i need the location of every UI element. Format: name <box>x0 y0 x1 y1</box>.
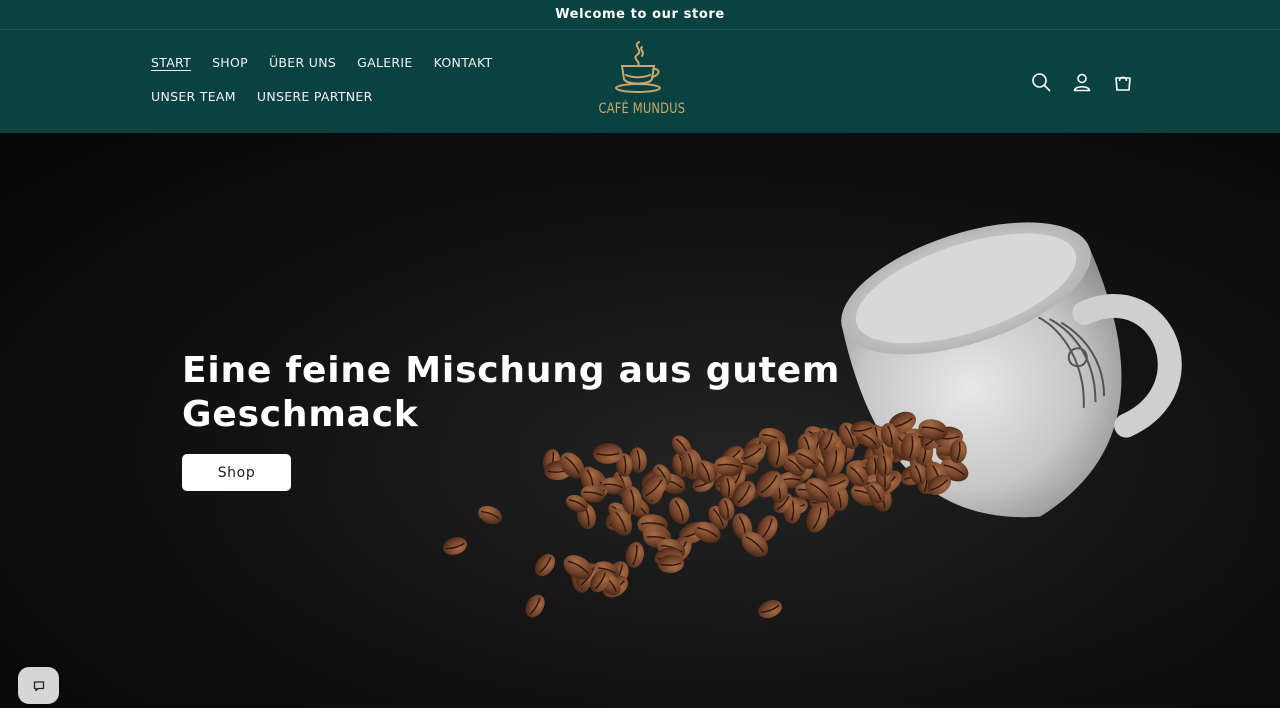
nav-ueber-uns[interactable]: ÜBER UNS <box>269 55 336 71</box>
chat-button[interactable] <box>18 667 59 704</box>
account-icon[interactable] <box>1071 71 1093 93</box>
hero-shop-button[interactable]: Shop <box>182 454 291 491</box>
nav-shop[interactable]: SHOP <box>212 55 248 71</box>
nav-unsere-partner[interactable]: UNSERE PARTNER <box>257 89 373 105</box>
nav-kontakt[interactable]: KONTAKT <box>434 55 493 71</box>
search-icon[interactable] <box>1030 71 1052 93</box>
logo-text: CAFÉ MUNDUS <box>598 101 686 117</box>
hero-banner: Eine feine Mischung aus gutem Geschmack … <box>0 133 1280 708</box>
announcement-text: Welcome to our store <box>555 7 725 22</box>
nav-start[interactable]: START <box>151 55 191 71</box>
nav-unser-team[interactable]: UNSER TEAM <box>151 89 236 105</box>
nav-galerie[interactable]: GALERIE <box>357 55 412 71</box>
chat-icon <box>33 680 44 691</box>
announcement-bar: Welcome to our store <box>0 0 1280 30</box>
hero-title: Eine feine Mischung aus gutem Geschmack <box>182 350 841 435</box>
site-header: START SHOP ÜBER UNS GALERIE KONTAKT UNSE… <box>0 31 1280 133</box>
site-logo[interactable]: CAFÉ MUNDUS <box>590 39 685 129</box>
page-bottom-strip <box>0 708 1280 720</box>
coffee-cup-icon <box>614 41 661 93</box>
header-icons <box>1030 71 1134 93</box>
cart-icon[interactable] <box>1112 71 1134 93</box>
